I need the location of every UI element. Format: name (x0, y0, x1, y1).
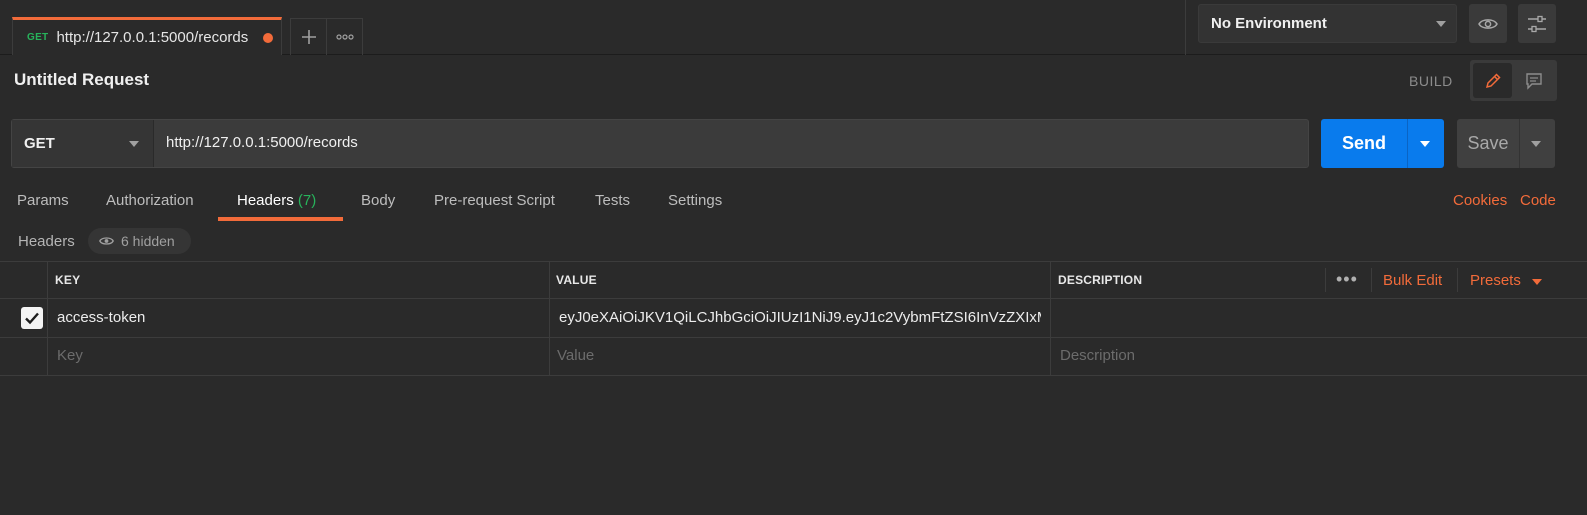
hidden-headers-label: 6 hidden (121, 233, 175, 249)
headers-section-label: Headers (18, 233, 75, 250)
method-select[interactable]: GET (12, 120, 154, 167)
column-header-description: DESCRIPTION (1058, 273, 1143, 287)
table-row-border (0, 337, 1587, 338)
code-link[interactable]: Code (1520, 192, 1556, 209)
unsaved-dot-icon (263, 33, 273, 43)
tab-settings[interactable]: Settings (668, 192, 722, 209)
plus-icon (301, 30, 316, 44)
checkmark-icon (25, 312, 39, 325)
request-title[interactable]: Untitled Request (14, 70, 149, 90)
send-button[interactable]: Send (1321, 119, 1444, 168)
tab-headers[interactable]: Headers (7) (237, 192, 316, 209)
header-value-cell[interactable]: eyJ0eXAiOiJKV1QiLCJhbGciOiJIUzI1NiJ9.eyJ… (559, 309, 1041, 326)
manage-environments-button[interactable] (1518, 4, 1556, 43)
tab-body[interactable]: Body (361, 192, 395, 209)
tab-options-button[interactable] (326, 18, 363, 55)
chevron-down-icon (129, 141, 139, 147)
comment-icon (1526, 72, 1542, 90)
pencil-icon (1485, 72, 1501, 88)
chevron-down-icon[interactable] (1532, 279, 1542, 285)
mode-label: BUILD (1409, 73, 1453, 89)
mode-toggle (1470, 60, 1557, 101)
new-header-value-input[interactable]: Value (557, 347, 594, 364)
new-header-key-input[interactable]: Key (57, 347, 83, 364)
request-tab[interactable]: GET http://127.0.0.1:5000/records (12, 17, 282, 55)
divider (1407, 119, 1408, 168)
new-tab-button[interactable] (290, 18, 327, 55)
presets-dropdown[interactable]: Presets (1470, 272, 1521, 289)
column-divider (1050, 261, 1051, 375)
save-button[interactable]: Save (1457, 119, 1555, 168)
send-options-chevron-icon[interactable] (1420, 141, 1430, 147)
table-border-bottom (0, 375, 1587, 376)
active-tab-indicator (218, 217, 343, 221)
more-options-icon[interactable]: ••• (1336, 269, 1358, 290)
column-header-value: VALUE (556, 273, 597, 287)
new-header-description-input[interactable]: Description (1060, 347, 1135, 364)
url-bar: GET http://127.0.0.1:5000/records (11, 119, 1309, 168)
sliders-icon (1528, 15, 1546, 32)
column-divider (47, 261, 48, 375)
tab-authorization[interactable]: Authorization (106, 192, 194, 209)
hidden-headers-toggle[interactable]: 6 hidden (88, 228, 191, 254)
column-header-key: KEY (55, 273, 81, 287)
column-divider (1457, 268, 1458, 292)
environment-label: No Environment (1211, 15, 1327, 32)
column-divider (1325, 268, 1326, 292)
bulk-edit-link[interactable]: Bulk Edit (1383, 272, 1442, 289)
tab-params[interactable]: Params (17, 192, 69, 209)
divider (1185, 0, 1186, 55)
tab-tests[interactable]: Tests (595, 192, 630, 209)
eye-icon (99, 237, 114, 245)
cookies-link[interactable]: Cookies (1453, 192, 1507, 209)
build-mode-button[interactable] (1473, 63, 1512, 98)
send-label: Send (1341, 133, 1386, 153)
table-border-top (0, 261, 1587, 262)
tab-bar: GET http://127.0.0.1:5000/records No Env… (0, 0, 1587, 55)
tab-headers-label: Headers (237, 192, 294, 209)
url-input[interactable]: http://127.0.0.1:5000/records (166, 134, 358, 151)
save-label: Save (1467, 133, 1509, 153)
environment-quick-look-button[interactable] (1469, 4, 1507, 43)
tab-pre-request-script[interactable]: Pre-request Script (434, 192, 555, 209)
header-key-cell[interactable]: access-token (57, 309, 145, 326)
environment-select[interactable]: No Environment (1198, 4, 1457, 43)
more-horizontal-icon (335, 34, 354, 40)
save-options-chevron-icon[interactable] (1531, 141, 1541, 147)
comments-button[interactable] (1514, 63, 1554, 98)
tab-url-label: http://127.0.0.1:5000/records (56, 29, 249, 46)
method-label: GET (24, 135, 55, 152)
tab-method-label: GET (27, 32, 49, 43)
chevron-down-icon (1436, 21, 1446, 27)
table-header-border (0, 298, 1587, 299)
column-divider (549, 261, 550, 375)
header-enabled-checkbox[interactable] (21, 307, 43, 329)
headers-count-badge: (7) (297, 192, 317, 209)
divider (1519, 119, 1520, 168)
column-divider (1371, 268, 1372, 292)
eye-icon (1478, 18, 1498, 29)
